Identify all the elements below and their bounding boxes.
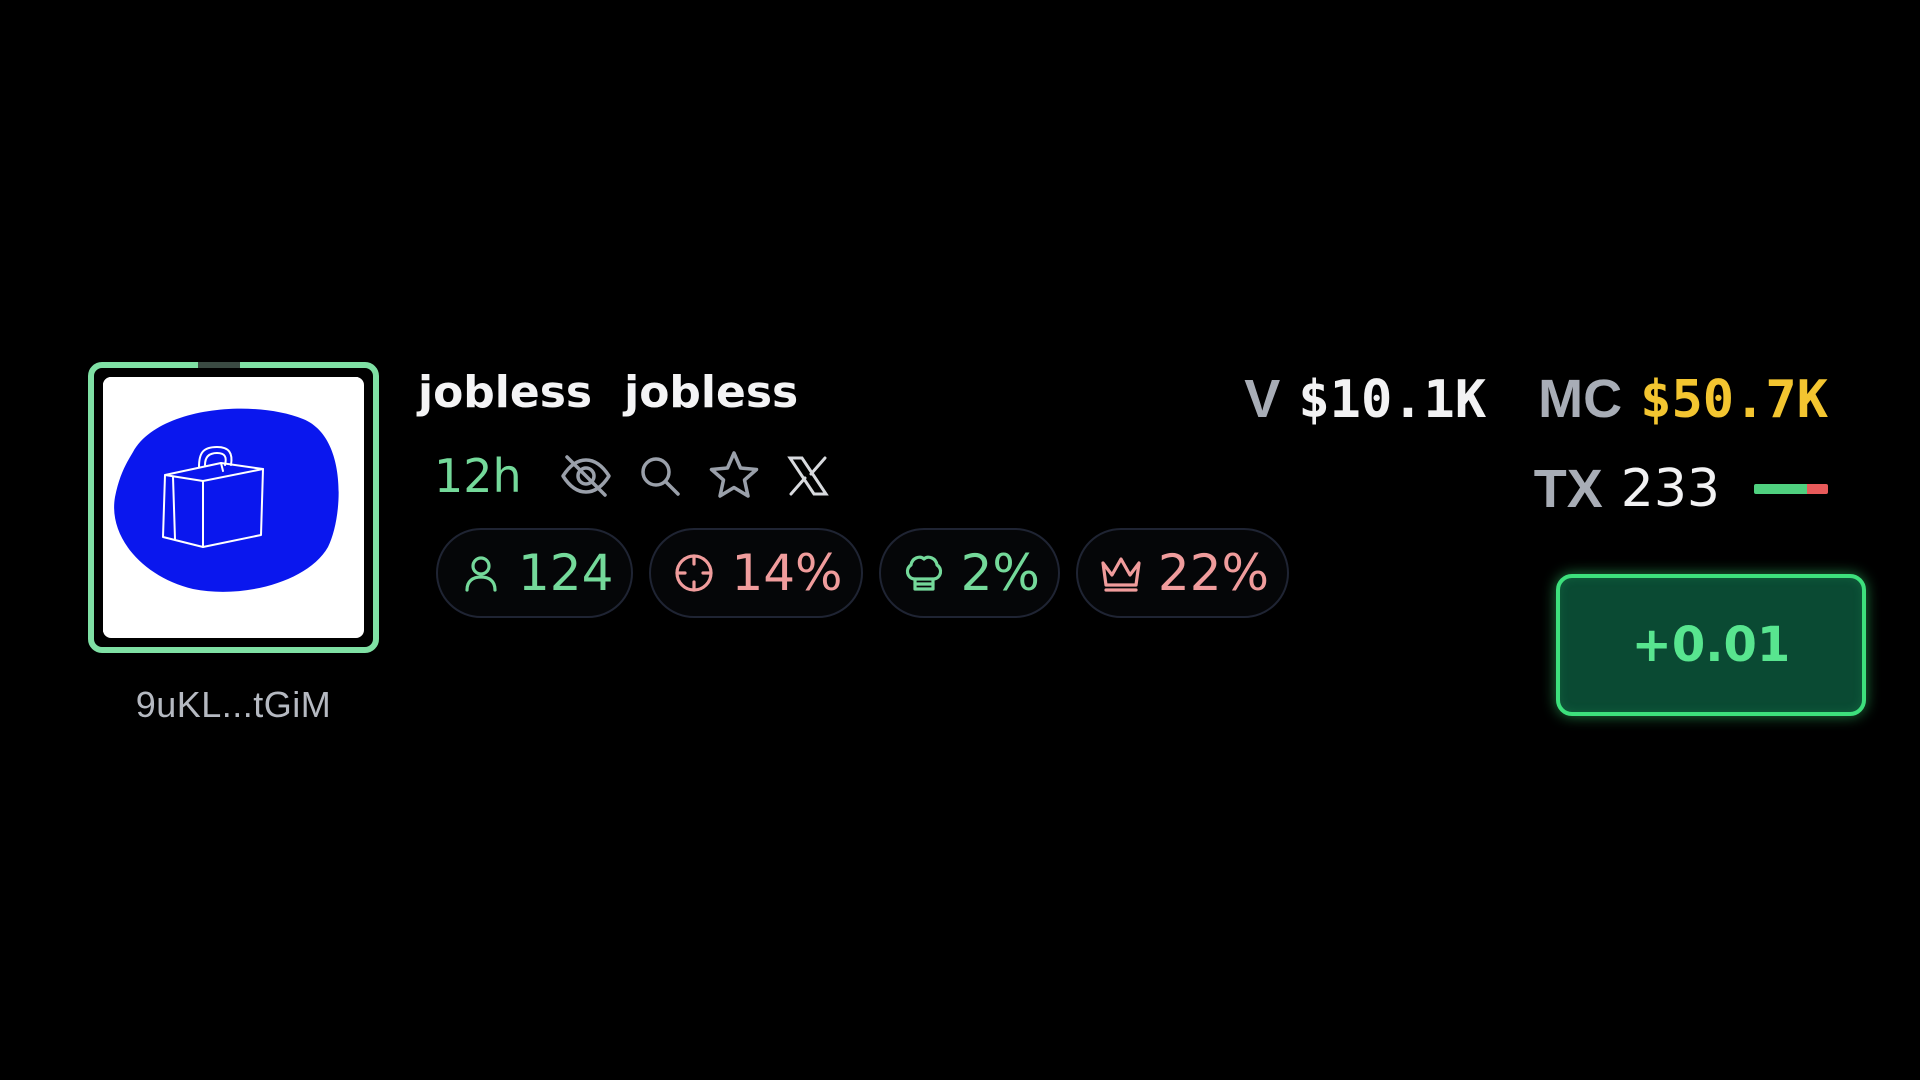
token-address[interactable]: 9uKL...tGiM xyxy=(88,684,379,726)
crosshair-icon xyxy=(671,550,717,596)
volume-mc-row: V $10.1K MC $50.7K xyxy=(1244,368,1828,430)
avatar-progress-notch xyxy=(198,362,240,368)
crown-icon xyxy=(1098,550,1144,596)
buy-sell-ratio-bar xyxy=(1754,484,1828,494)
mc-label: MC xyxy=(1538,369,1623,429)
chef-hat-icon xyxy=(901,550,947,596)
volume-value: $10.1K xyxy=(1298,370,1487,430)
tx-row: TX 233 xyxy=(1534,458,1828,520)
token-avatar[interactable] xyxy=(88,362,379,653)
token-row[interactable]: 9uKL...tGiM jobless jobless 12h 124 14% … xyxy=(0,0,1920,1080)
star-icon[interactable] xyxy=(706,448,762,504)
search-icon[interactable] xyxy=(632,448,688,504)
eye-off-icon[interactable] xyxy=(558,448,614,504)
token-symbol[interactable]: jobless xyxy=(624,366,798,420)
snipers-pill[interactable]: 14% xyxy=(649,528,863,618)
buy-ratio-segment xyxy=(1754,484,1808,494)
briefcase-image xyxy=(103,377,358,632)
snipers-percent: 14% xyxy=(731,544,843,602)
token-name[interactable]: jobless xyxy=(418,366,592,420)
holders-pill[interactable]: 124 xyxy=(436,528,634,618)
volume-label: V xyxy=(1244,369,1281,429)
top10-pill[interactable]: 22% xyxy=(1075,528,1290,618)
dev-holding-pill[interactable]: 2% xyxy=(878,528,1060,618)
avatar-image xyxy=(103,377,364,638)
quick-buy-button[interactable]: +0.01 xyxy=(1556,574,1866,716)
token-names: jobless jobless xyxy=(418,366,798,420)
top10-percent: 22% xyxy=(1157,544,1270,602)
stat-pills: 124 14% 2% 22% xyxy=(436,528,1290,618)
meta-row: 12h xyxy=(434,446,854,506)
tx-value: 233 xyxy=(1620,459,1720,519)
dev-percent: 2% xyxy=(960,544,1040,602)
sell-ratio-segment xyxy=(1807,484,1828,494)
holders-count: 124 xyxy=(518,544,614,602)
mc-value: $50.7K xyxy=(1640,370,1828,430)
tx-label: TX xyxy=(1533,459,1603,519)
token-age: 12h xyxy=(434,449,522,503)
user-icon xyxy=(458,550,504,596)
x-logo-icon[interactable] xyxy=(780,448,836,504)
